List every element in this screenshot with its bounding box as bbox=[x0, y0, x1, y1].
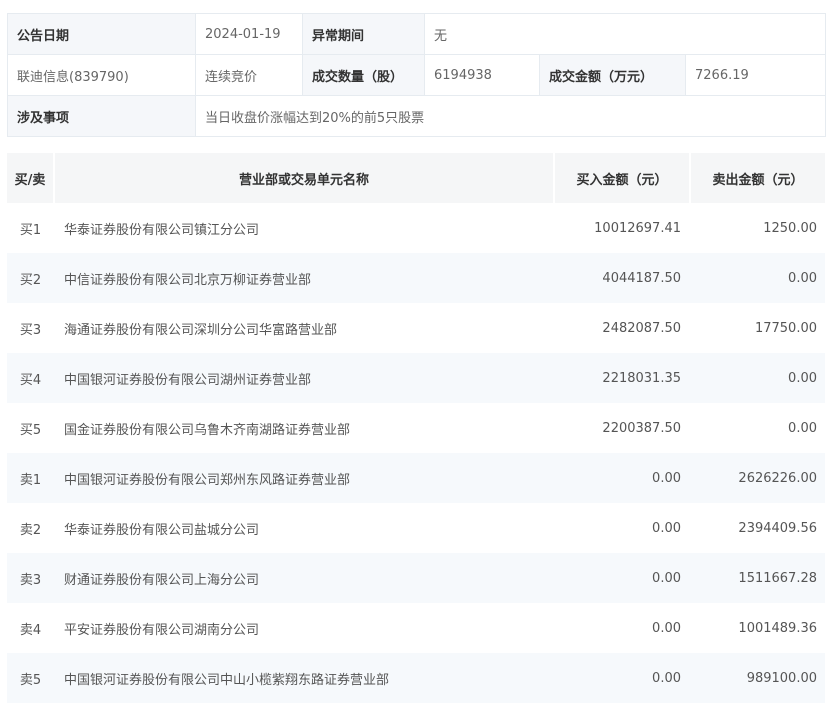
amount-value: 7266.19 bbox=[685, 54, 826, 96]
table-row: 卖2 华泰证券股份有限公司盐城分公司 0.00 2394409.56 bbox=[7, 503, 825, 553]
row-sell-amount: 989100.00 bbox=[690, 653, 825, 703]
row-side: 卖1 bbox=[7, 453, 54, 503]
table-row: 卖5 中国银河证券股份有限公司中山小榄紫翔东路证券营业部 0.00 989100… bbox=[7, 653, 825, 703]
row-buy-amount: 0.00 bbox=[554, 553, 690, 603]
row-side: 卖4 bbox=[7, 603, 54, 653]
table-row: 买4 中国银河证券股份有限公司湖州证券营业部 2218031.35 0.00 bbox=[7, 353, 825, 403]
table-row: 买5 国金证券股份有限公司乌鲁木齐南湖路证券营业部 2200387.50 0.0… bbox=[7, 403, 825, 453]
row-branch-name: 平安证券股份有限公司湖南分公司 bbox=[54, 603, 554, 653]
table-row: 买3 海通证券股份有限公司深圳分公司华富路营业部 2482087.50 1775… bbox=[7, 303, 825, 353]
row-branch-name: 中国银河证券股份有限公司湖州证券营业部 bbox=[54, 353, 554, 403]
info-row-trade: 联迪信息(839790) 连续竞价 成交数量（股） 6194938 成交金额（万… bbox=[7, 54, 826, 96]
row-sell-amount: 1511667.28 bbox=[690, 553, 825, 603]
row-buy-amount: 0.00 bbox=[554, 453, 690, 503]
abnormal-period-value: 无 bbox=[424, 13, 826, 55]
row-side: 卖2 bbox=[7, 503, 54, 553]
row-side: 卖5 bbox=[7, 653, 54, 703]
row-sell-amount: 0.00 bbox=[690, 403, 825, 453]
row-sell-amount: 1250.00 bbox=[690, 203, 825, 253]
row-buy-amount: 10012697.41 bbox=[554, 203, 690, 253]
row-side: 买1 bbox=[7, 203, 54, 253]
row-buy-amount: 2482087.50 bbox=[554, 303, 690, 353]
row-side: 买5 bbox=[7, 403, 54, 453]
row-sell-amount: 2626226.00 bbox=[690, 453, 825, 503]
announcement-info-table: 公告日期 2024-01-19 异常期间 无 联迪信息(839790) 连续竞价… bbox=[7, 13, 826, 137]
volume-value: 6194938 bbox=[424, 54, 540, 96]
row-branch-name: 财通证券股份有限公司上海分公司 bbox=[54, 553, 554, 603]
amount-label: 成交金额（万元） bbox=[539, 54, 686, 96]
abnormal-period-label: 异常期间 bbox=[302, 13, 425, 55]
table-row: 卖1 中国银河证券股份有限公司郑州东风路证券营业部 0.00 2626226.0… bbox=[7, 453, 825, 503]
row-buy-amount: 2200387.50 bbox=[554, 403, 690, 453]
table-row: 卖4 平安证券股份有限公司湖南分公司 0.00 1001489.36 bbox=[7, 603, 825, 653]
row-sell-amount: 0.00 bbox=[690, 353, 825, 403]
row-sell-amount: 17750.00 bbox=[690, 303, 825, 353]
row-side: 卖3 bbox=[7, 553, 54, 603]
table-header-row: 买/卖 营业部或交易单元名称 买入金额（元） 卖出金额（元） bbox=[7, 153, 825, 203]
row-branch-name: 国金证券股份有限公司乌鲁木齐南湖路证券营业部 bbox=[54, 403, 554, 453]
table-row: 买1 华泰证券股份有限公司镇江分公司 10012697.41 1250.00 bbox=[7, 203, 825, 253]
row-branch-name: 海通证券股份有限公司深圳分公司华富路营业部 bbox=[54, 303, 554, 353]
row-sell-amount: 1001489.36 bbox=[690, 603, 825, 653]
row-side: 买2 bbox=[7, 253, 54, 303]
row-branch-name: 华泰证券股份有限公司镇江分公司 bbox=[54, 203, 554, 253]
row-side: 买3 bbox=[7, 303, 54, 353]
row-buy-amount: 4044187.50 bbox=[554, 253, 690, 303]
info-row-date: 公告日期 2024-01-19 异常期间 无 bbox=[7, 13, 826, 55]
announce-date-label: 公告日期 bbox=[7, 13, 196, 55]
header-sell-amount: 卖出金额（元） bbox=[690, 153, 825, 203]
row-branch-name: 中信证券股份有限公司北京万柳证券营业部 bbox=[54, 253, 554, 303]
header-side: 买/卖 bbox=[7, 153, 55, 203]
row-sell-amount: 0.00 bbox=[690, 253, 825, 303]
trade-method: 连续竞价 bbox=[195, 54, 303, 96]
row-branch-name: 中国银河证券股份有限公司郑州东风路证券营业部 bbox=[54, 453, 554, 503]
volume-label: 成交数量（股） bbox=[302, 54, 425, 96]
stock-name: 联迪信息(839790) bbox=[7, 54, 196, 96]
row-buy-amount: 0.00 bbox=[554, 653, 690, 703]
row-sell-amount: 2394409.56 bbox=[690, 503, 825, 553]
row-side: 买4 bbox=[7, 353, 54, 403]
matter-value: 当日收盘价涨幅达到20%的前5只股票 bbox=[195, 95, 826, 137]
row-buy-amount: 0.00 bbox=[554, 503, 690, 553]
header-buy-amount: 买入金额（元） bbox=[554, 153, 691, 203]
table-row: 买2 中信证券股份有限公司北京万柳证券营业部 4044187.50 0.00 bbox=[7, 253, 825, 303]
header-branch-name: 营业部或交易单元名称 bbox=[54, 153, 555, 203]
row-branch-name: 中国银河证券股份有限公司中山小榄紫翔东路证券营业部 bbox=[54, 653, 554, 703]
row-buy-amount: 2218031.35 bbox=[554, 353, 690, 403]
row-branch-name: 华泰证券股份有限公司盐城分公司 bbox=[54, 503, 554, 553]
info-row-matter: 涉及事项 当日收盘价涨幅达到20%的前5只股票 bbox=[7, 95, 826, 137]
announce-date-value: 2024-01-19 bbox=[195, 13, 303, 55]
table-row: 卖3 财通证券股份有限公司上海分公司 0.00 1511667.28 bbox=[7, 553, 825, 603]
row-buy-amount: 0.00 bbox=[554, 603, 690, 653]
trading-seat-table: 买/卖 营业部或交易单元名称 买入金额（元） 卖出金额（元） 买1 华泰证券股份… bbox=[7, 153, 825, 703]
matter-label: 涉及事项 bbox=[7, 95, 196, 137]
